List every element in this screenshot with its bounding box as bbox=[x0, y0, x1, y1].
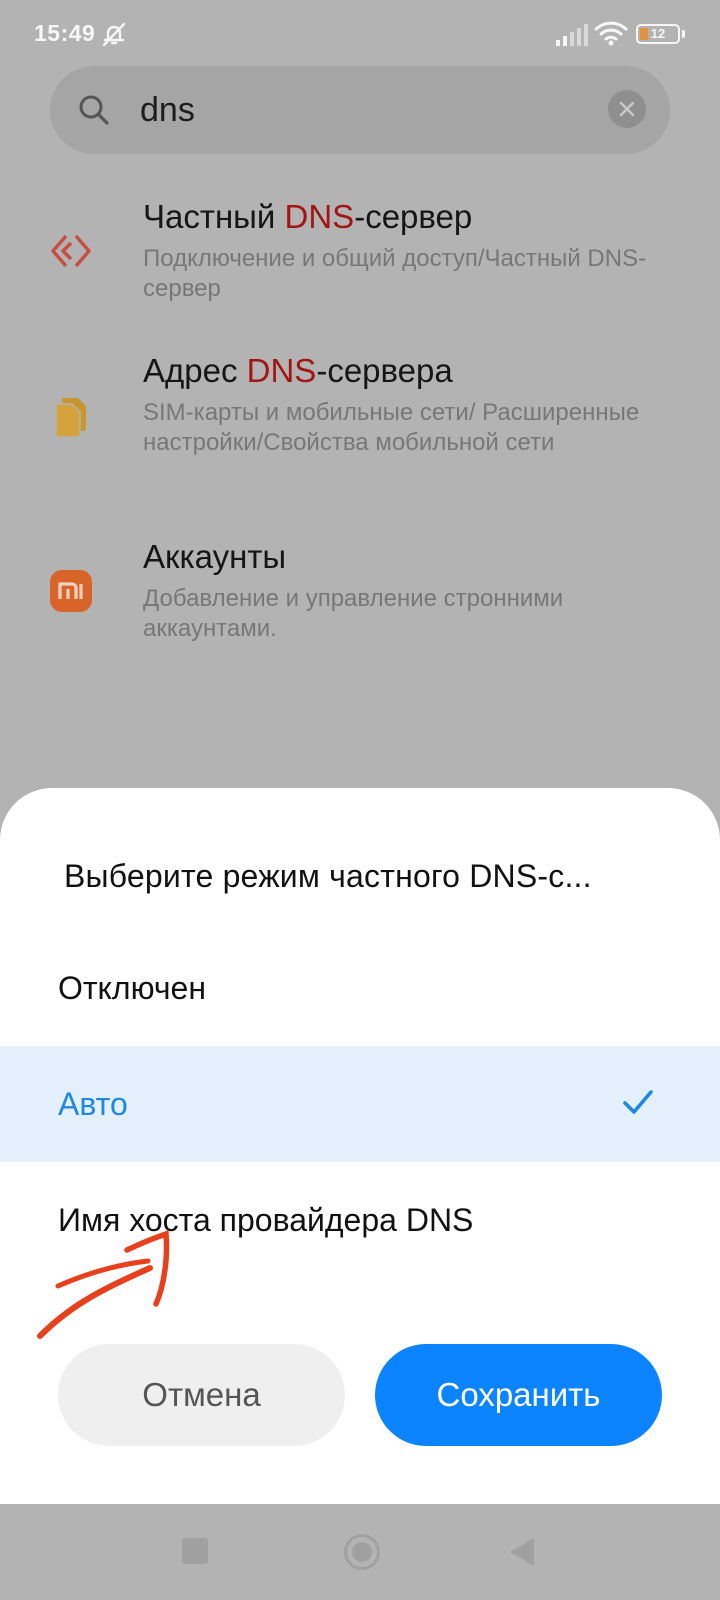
option-label: Авто bbox=[58, 1086, 128, 1122]
result-title-suffix: -сервер bbox=[354, 198, 473, 235]
option-label: Отключен bbox=[58, 970, 207, 1006]
home-icon[interactable] bbox=[344, 1534, 380, 1570]
result-title: Частный DNS-сервер bbox=[143, 196, 472, 238]
search-input[interactable]: dns bbox=[140, 88, 195, 132]
option-off[interactable]: Отключен bbox=[0, 930, 720, 1046]
battery-level: 12 bbox=[650, 26, 666, 41]
cancel-button[interactable]: Отмена bbox=[58, 1344, 345, 1446]
result-title-highlight: DNS bbox=[246, 352, 317, 389]
result-item-accounts[interactable]: Аккаунты Добавление и управление стронни… bbox=[0, 536, 720, 656]
result-path: SIM-карты и мобильные сети/ Расширенные … bbox=[143, 399, 640, 456]
wifi-icon bbox=[594, 21, 628, 46]
result-item-dns-address[interactable]: Адрес DNS-сервера SIM-карты и мобильные … bbox=[0, 350, 720, 500]
status-time: 15:49 bbox=[34, 20, 96, 46]
result-title-highlight: DNS bbox=[284, 198, 355, 235]
option-auto[interactable]: Авто bbox=[0, 1046, 720, 1162]
result-title-text: Аккаунты bbox=[143, 538, 287, 575]
bell-off-icon bbox=[102, 22, 126, 47]
private-dns-icon bbox=[51, 234, 91, 268]
signal-icon bbox=[556, 24, 588, 46]
result-title-suffix: -сервера bbox=[316, 352, 453, 389]
battery-tip bbox=[682, 30, 685, 38]
result-title-text: Адрес bbox=[143, 352, 247, 389]
dialog-title: Выберите режим частного DNS-с... bbox=[64, 858, 592, 894]
status-bar: 15:49 12 bbox=[0, 0, 720, 72]
result-path: Подключение и общий доступ/Частный DNS-с… bbox=[143, 245, 647, 302]
save-button[interactable]: Сохранить bbox=[375, 1344, 662, 1446]
result-path: Добавление и управление стронними аккаун… bbox=[143, 585, 564, 642]
recents-icon[interactable] bbox=[182, 1538, 208, 1564]
sim-card-icon bbox=[55, 398, 86, 438]
result-title: Аккаунты bbox=[143, 536, 286, 578]
search-icon bbox=[79, 95, 109, 125]
result-item-private-dns[interactable]: Частный DNS-сервер Подключение и общий д… bbox=[0, 196, 720, 316]
clear-search-button[interactable] bbox=[608, 90, 646, 128]
result-title-text: Частный bbox=[143, 198, 285, 235]
search-field[interactable]: dns bbox=[50, 66, 670, 154]
navigation-bar bbox=[0, 1504, 720, 1600]
mi-logo-icon bbox=[50, 570, 92, 612]
annotation-arrow bbox=[37, 1230, 170, 1339]
close-icon bbox=[619, 101, 635, 117]
result-title: Адрес DNS-сервера bbox=[143, 350, 453, 392]
back-icon[interactable] bbox=[508, 1536, 536, 1568]
battery-icon: 12 bbox=[636, 24, 680, 44]
check-icon bbox=[623, 1090, 653, 1114]
dns-mode-dialog: Выберите режим частного DNS-с... Отключе… bbox=[0, 788, 720, 1504]
